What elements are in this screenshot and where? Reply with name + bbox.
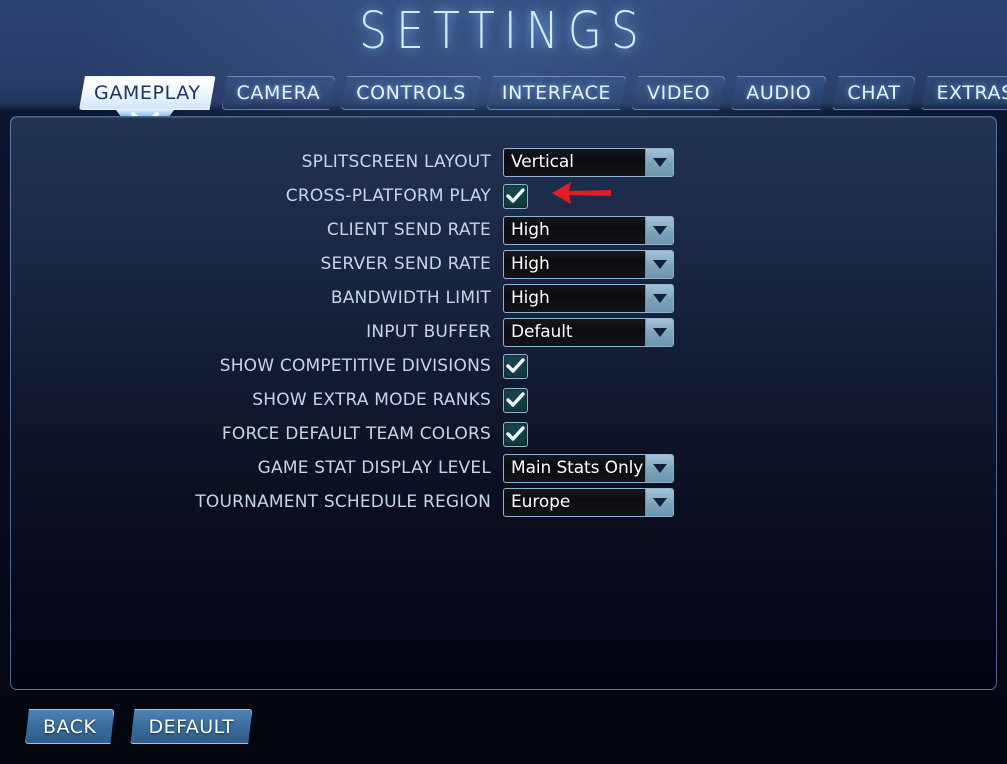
- setting-control: Europe: [503, 487, 996, 517]
- setting-control: [503, 421, 996, 447]
- settings-panel: SPLITSCREEN LAYOUT Vertical CROSS-PLATFORM…: [10, 116, 997, 690]
- setting-row: TOURNAMENT SCHEDULE REGION Europe: [11, 485, 996, 519]
- default-button[interactable]: DEFAULT: [130, 709, 252, 744]
- setting-label: SPLITSCREEN LAYOUT: [301, 152, 491, 172]
- check-icon: [506, 392, 525, 407]
- checkbox-show-competitive-divisions[interactable]: [503, 353, 528, 379]
- setting-control: High: [503, 215, 996, 245]
- tab-controls[interactable]: CONTROLS: [341, 76, 481, 110]
- page-title-container: SETTINGS: [0, 2, 1007, 61]
- setting-control: [503, 353, 996, 379]
- setting-control: Main Stats Only: [503, 453, 996, 483]
- setting-label: SHOW COMPETITIVE DIVISIONS: [219, 356, 491, 376]
- chevron-down-icon[interactable]: [645, 454, 673, 482]
- tab-bar: GAMEPLAY CAMERA CONTROLS INTERFACE VIDEO AUDI…: [79, 76, 1007, 112]
- chevron-down-icon[interactable]: [645, 148, 673, 176]
- setting-control: High: [503, 283, 996, 313]
- dropdown-tournament-schedule-region[interactable]: Europe: [503, 487, 674, 517]
- setting-row: SERVER SEND RATE High: [11, 247, 996, 281]
- tab-audio[interactable]: AUDIO: [731, 76, 826, 110]
- setting-control: High: [503, 249, 996, 279]
- setting-control: Default: [503, 317, 996, 347]
- caret-glyph: [652, 497, 667, 507]
- tab-chat[interactable]: CHAT: [832, 76, 915, 110]
- dropdown-input-buffer[interactable]: Default: [503, 317, 674, 347]
- setting-row: CROSS-PLATFORM PLAY: [11, 179, 996, 213]
- dropdown-game-stat-display-level[interactable]: Main Stats Only: [503, 453, 674, 483]
- chevron-down-icon[interactable]: [645, 216, 673, 244]
- check-icon: [506, 426, 525, 441]
- checkbox-cross-platform-play[interactable]: [503, 183, 528, 209]
- setting-row: BANDWIDTH LIMIT High: [11, 281, 996, 315]
- dropdown-value: Vertical: [511, 152, 574, 172]
- caret-glyph: [652, 157, 667, 167]
- setting-row: SHOW EXTRA MODE RANKS: [11, 383, 996, 417]
- check-icon: [506, 188, 525, 203]
- chevron-down-icon[interactable]: [645, 250, 673, 278]
- dropdown-value: High: [511, 288, 550, 308]
- dropdown-value: Default: [511, 322, 573, 342]
- dropdown-value: High: [511, 220, 550, 240]
- setting-label: CROSS-PLATFORM PLAY: [285, 186, 491, 206]
- setting-row: SHOW COMPETITIVE DIVISIONS: [11, 349, 996, 383]
- chevron-down-icon[interactable]: [645, 488, 673, 516]
- caret-glyph: [652, 259, 667, 269]
- checkbox-show-extra-mode-ranks[interactable]: [503, 387, 528, 413]
- setting-label: BANDWIDTH LIMIT: [330, 288, 491, 308]
- setting-control: [503, 183, 996, 209]
- footer-buttons: BACK DEFAULT: [25, 709, 252, 744]
- tab-camera[interactable]: CAMERA: [222, 76, 336, 110]
- setting-row: GAME STAT DISPLAY LEVEL Main Stats Only: [11, 451, 996, 485]
- dropdown-server-send-rate[interactable]: High: [503, 249, 674, 279]
- back-button[interactable]: BACK: [25, 709, 114, 744]
- setting-label: TOURNAMENT SCHEDULE REGION: [195, 492, 491, 512]
- tab-interface[interactable]: INTERFACE: [487, 76, 626, 110]
- settings-list: SPLITSCREEN LAYOUT Vertical CROSS-PLATFORM…: [11, 145, 996, 519]
- dropdown-value: Europe: [511, 492, 571, 512]
- tab-extras[interactable]: EXTRAS: [921, 76, 1007, 110]
- setting-label: GAME STAT DISPLAY LEVEL: [257, 458, 491, 478]
- setting-label: FORCE DEFAULT TEAM COLORS: [221, 424, 491, 444]
- dropdown-bandwidth-limit[interactable]: High: [503, 283, 674, 313]
- setting-row: FORCE DEFAULT TEAM COLORS: [11, 417, 996, 451]
- dropdown-client-send-rate[interactable]: High: [503, 215, 674, 245]
- check-icon: [506, 358, 525, 373]
- setting-row: INPUT BUFFER Default: [11, 315, 996, 349]
- setting-control: Vertical: [503, 147, 996, 177]
- setting-row: SPLITSCREEN LAYOUT Vertical: [11, 145, 996, 179]
- caret-glyph: [652, 327, 667, 337]
- setting-label: SERVER SEND RATE: [320, 254, 491, 274]
- tab-video[interactable]: VIDEO: [632, 76, 725, 110]
- dropdown-value: High: [511, 254, 550, 274]
- chevron-down-icon[interactable]: [645, 284, 673, 312]
- checkbox-force-default-team-colors[interactable]: [503, 421, 528, 447]
- caret-glyph: [652, 225, 667, 235]
- setting-label: CLIENT SEND RATE: [326, 220, 491, 240]
- tab-gameplay[interactable]: GAMEPLAY: [79, 76, 216, 110]
- setting-label: SHOW EXTRA MODE RANKS: [252, 390, 491, 410]
- setting-label: INPUT BUFFER: [366, 322, 491, 342]
- caret-glyph: [652, 463, 667, 473]
- page-title: SETTINGS: [359, 2, 648, 61]
- caret-glyph: [652, 293, 667, 303]
- dropdown-splitscreen-layout[interactable]: Vertical: [503, 147, 674, 177]
- settings-screen: SETTINGS GAMEPLAY CAMERA CONTROLS INTERFACE…: [0, 0, 1007, 764]
- setting-control: [503, 387, 996, 413]
- dropdown-value: Main Stats Only: [511, 458, 644, 478]
- setting-row: CLIENT SEND RATE High: [11, 213, 996, 247]
- chevron-down-icon[interactable]: [645, 318, 673, 346]
